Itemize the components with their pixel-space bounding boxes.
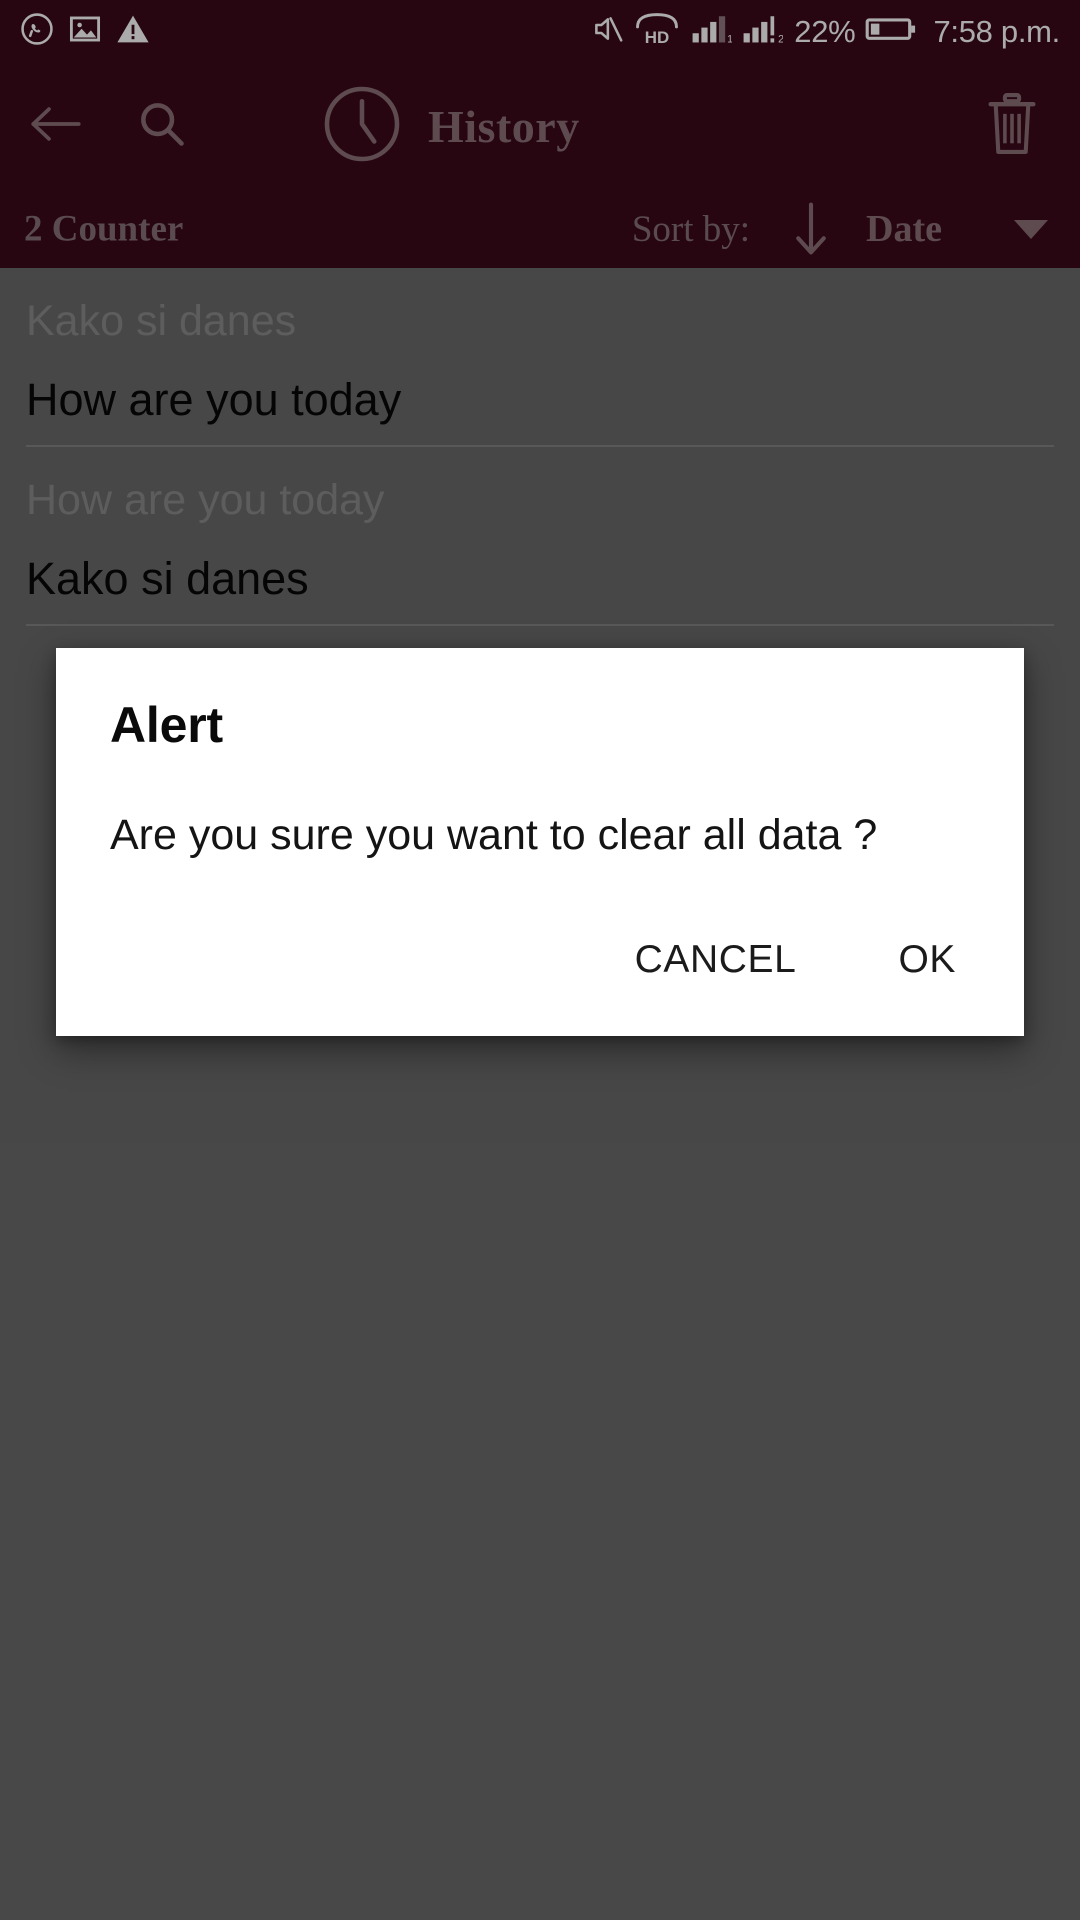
dialog-actions: CANCEL OK — [56, 862, 1024, 1036]
dialog-message: Are you sure you want to clear all data … — [110, 811, 878, 859]
cancel-button[interactable]: CANCEL — [613, 924, 819, 996]
ok-button[interactable]: OK — [876, 924, 978, 996]
phone-screen: HD 1 2 — [0, 0, 1080, 1920]
dialog-title: Alert — [110, 697, 223, 753]
alert-dialog: Alert Are you sure you want to clear all… — [56, 648, 1024, 1036]
